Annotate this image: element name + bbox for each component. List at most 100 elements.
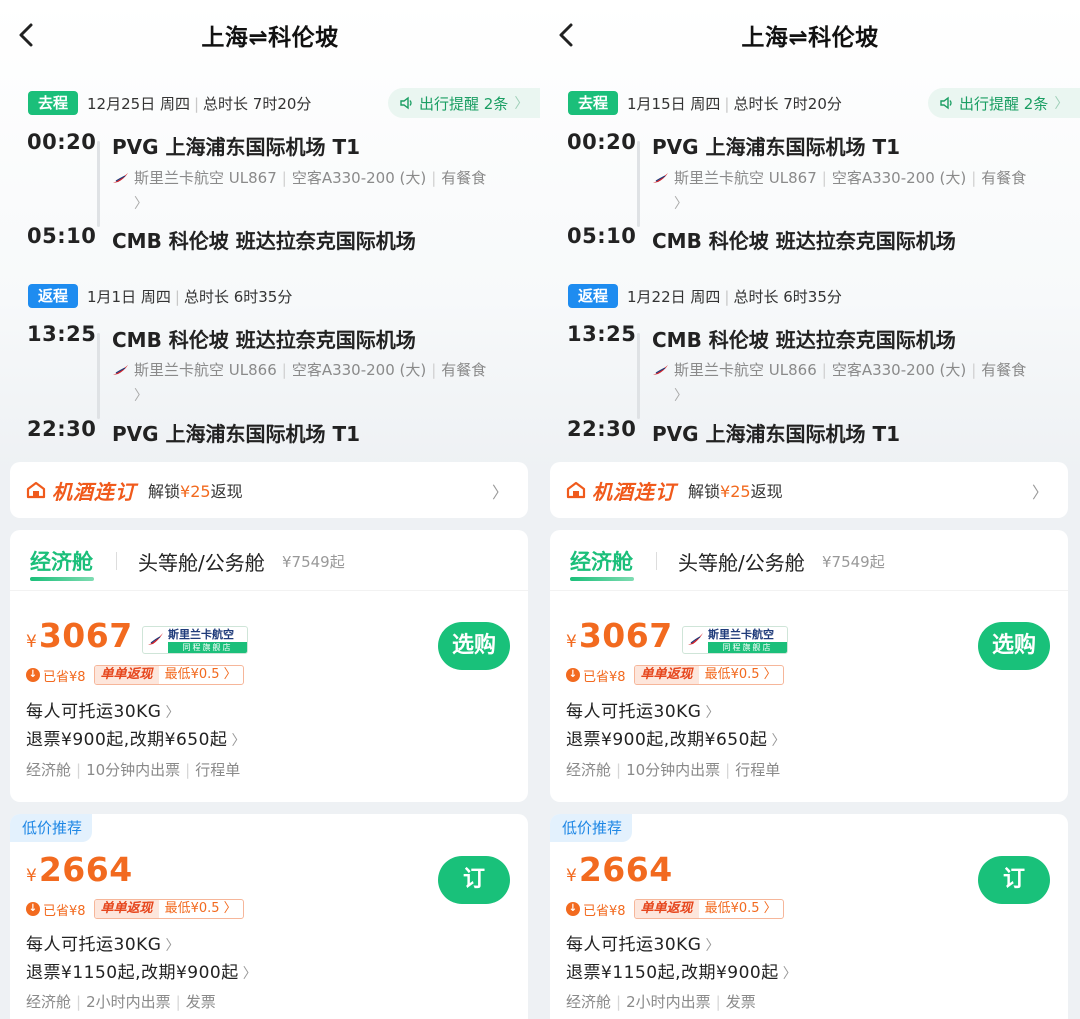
select-buy-button[interactable]: 选购 xyxy=(978,622,1050,670)
tab-divider xyxy=(656,552,657,570)
baggage-allowance[interactable]: 每人可托运30KG 〉 xyxy=(566,930,720,955)
tab-economy[interactable]: 经济舱 xyxy=(570,546,633,576)
right-screenshot-panel: 上海⇌科伦坡 去程 1月15日 周四 | 总时长 7时20分 出行提醒 2条 〉 0… xyxy=(540,0,1080,1019)
tab-first-business[interactable]: 头等舱/公务舱 xyxy=(678,547,805,576)
cashback-badge[interactable]: 单单返现 最低¥0.5 〉 xyxy=(93,665,244,685)
outbound-departure-airport: PVG 上海浦东国际机场 T1 xyxy=(652,135,901,159)
header: 上海⇌科伦坡 xyxy=(0,0,540,70)
airline-flagship-store-badge: 斯里兰卡航空 同程旗舰店 xyxy=(142,626,248,654)
chevron-right-icon: 〉 xyxy=(231,733,246,749)
srilankan-airlines-logo-icon xyxy=(653,364,668,375)
outbound-date-duration: 1月15日 周四 | 总时长 7时20分 xyxy=(627,94,842,113)
tab-economy[interactable]: 经济舱 xyxy=(30,546,93,576)
return-departure-airport: CMB 科伦坡 班达拉奈克国际机场 xyxy=(652,328,956,352)
offer-price: ¥3067 xyxy=(566,616,673,655)
travel-reminder-button[interactable]: 出行提醒 2条 〉 xyxy=(388,88,540,118)
low-price-offer-card: 低价推荐 ¥2664 ↓ 已省¥8 单单返现 最低¥0.5 〉 每人可托运30KG 〉… xyxy=(10,814,528,1019)
chevron-right-icon: 〉 xyxy=(514,96,529,112)
refund-change-policy[interactable]: 退票¥900起,改期¥650起〉 xyxy=(566,725,786,750)
chevron-right-icon: 〉 xyxy=(165,938,180,954)
outbound-segment-header: 去程 1月15日 周四 | 总时长 7时20分 xyxy=(568,90,842,116)
tab-active-indicator xyxy=(30,577,94,581)
outbound-departure-time: 00:20 xyxy=(27,130,97,154)
return-arrival-airport: PVG 上海浦东国际机场 T1 xyxy=(112,422,361,446)
return-departure-time: 13:25 xyxy=(27,322,97,346)
baggage-allowance[interactable]: 每人可托运30KG 〉 xyxy=(26,930,180,955)
outbound-arrival-time: 05:10 xyxy=(567,224,637,248)
refund-change-policy[interactable]: 退票¥900起,改期¥650起〉 xyxy=(26,725,246,750)
chevron-right-icon: 〉 xyxy=(705,938,720,954)
book-button[interactable]: 订 xyxy=(438,856,510,904)
tab-divider xyxy=(116,552,117,570)
chevron-right-icon: 〉 xyxy=(242,966,258,982)
outbound-flight-info[interactable]: 斯里兰卡航空 UL867 | 空客A330-200 (大) | 有餐食 xyxy=(112,167,486,188)
chevron-right-icon: 〉 xyxy=(1031,483,1048,502)
cabin-tabs: 经济舱 头等舱/公务舱 ¥7549起 xyxy=(550,530,1068,591)
offer-price: ¥3067 xyxy=(26,616,133,655)
outbound-departure-time: 00:20 xyxy=(567,130,637,154)
saved-badge: ↓ 已省¥8 xyxy=(26,900,86,919)
cabin-offer-card: 经济舱 头等舱/公务舱 ¥7549起 ¥3067 斯里兰卡航空 同程旗舰店 ↓ 已… xyxy=(10,530,528,802)
refund-change-policy[interactable]: 退票¥1150起,改期¥900起〉 xyxy=(566,958,797,983)
cabin-tabs: 经济舱 头等舱/公务舱 ¥7549起 xyxy=(10,530,528,591)
refund-change-policy[interactable]: 退票¥1150起,改期¥900起〉 xyxy=(26,958,257,983)
low-price-tag: 低价推荐 xyxy=(10,814,93,842)
cabin-offer-card: 经济舱 头等舱/公务舱 ¥7549起 ¥3067 斯里兰卡航空 同程旗舰店 ↓ 已… xyxy=(550,530,1068,802)
outbound-arrival-time: 05:10 xyxy=(27,224,97,248)
cashback-badge[interactable]: 单单返现 最低¥0.5 〉 xyxy=(633,665,784,685)
outbound-route-line xyxy=(637,141,640,227)
cashback-badge[interactable]: 单单返现 最低¥0.5 〉 xyxy=(633,899,784,919)
chevron-right-icon[interactable]: 〉 xyxy=(674,385,688,405)
offer-badges: ↓ 已省¥8 单单返现 最低¥0.5 〉 xyxy=(26,899,244,919)
saved-badge: ↓ 已省¥8 xyxy=(566,666,626,685)
tab-first-price: ¥7549起 xyxy=(282,553,345,571)
chevron-right-icon[interactable]: 〉 xyxy=(674,193,688,213)
baggage-allowance[interactable]: 每人可托运30KG 〉 xyxy=(566,697,720,722)
left-screenshot-panel: 上海⇌科伦坡 去程 12月25日 周四 | 总时长 7时20分 出行提醒 2条 〉 … xyxy=(0,0,540,1019)
flight-hotel-combo-banner[interactable]: 机酒连订 解锁¥25返现 〉 xyxy=(10,462,528,518)
low-price-tag: 低价推荐 xyxy=(550,814,633,842)
outbound-tag: 去程 xyxy=(28,91,79,115)
srilankan-airlines-logo-icon xyxy=(113,172,128,183)
flight-hotel-combo-banner[interactable]: 机酒连订 解锁¥25返现 〉 xyxy=(550,462,1068,518)
return-segment-header: 返程 1月1日 周四 | 总时长 6时35分 xyxy=(28,283,292,309)
outbound-tag: 去程 xyxy=(568,91,619,115)
offer-badges: ↓ 已省¥8 单单返现 最低¥0.5 〉 xyxy=(566,899,784,919)
divider xyxy=(10,590,528,591)
cashback-badge[interactable]: 单单返现 最低¥0.5 〉 xyxy=(93,899,244,919)
saved-badge: ↓ 已省¥8 xyxy=(566,900,626,919)
book-button[interactable]: 订 xyxy=(978,856,1050,904)
combo-brand: 机酒连订 xyxy=(52,479,136,504)
return-departure-time: 13:25 xyxy=(567,322,637,346)
coin-icon: ↓ xyxy=(566,668,580,682)
outbound-flight-info[interactable]: 斯里兰卡航空 UL867 | 空客A330-200 (大) | 有餐食 xyxy=(652,167,1026,188)
return-flight-info[interactable]: 斯里兰卡航空 UL866 | 空客A330-200 (大) | 有餐食 xyxy=(652,359,1026,380)
chevron-right-icon[interactable]: 〉 xyxy=(134,193,148,213)
saved-badge: ↓ 已省¥8 xyxy=(26,666,86,685)
tab-first-price: ¥7549起 xyxy=(822,553,885,571)
return-flight-info[interactable]: 斯里兰卡航空 UL866 | 空客A330-200 (大) | 有餐食 xyxy=(112,359,486,380)
combo-text: 解锁¥25返现 xyxy=(148,482,243,501)
return-arrival-time: 22:30 xyxy=(27,417,97,441)
outbound-departure-airport: PVG 上海浦东国际机场 T1 xyxy=(112,135,361,159)
baggage-allowance[interactable]: 每人可托运30KG 〉 xyxy=(26,697,180,722)
combo-brand: 机酒连订 xyxy=(592,479,676,504)
coin-icon: ↓ xyxy=(26,668,40,682)
coin-icon: ↓ xyxy=(26,902,40,916)
return-arrival-airport: PVG 上海浦东国际机场 T1 xyxy=(652,422,901,446)
chevron-right-icon: 〉 xyxy=(771,733,786,749)
flight-hotel-combo-icon xyxy=(566,481,586,499)
select-buy-button[interactable]: 选购 xyxy=(438,622,510,670)
coin-icon: ↓ xyxy=(566,902,580,916)
chevron-right-icon[interactable]: 〉 xyxy=(134,385,148,405)
return-date-duration: 1月22日 周四 | 总时长 6时35分 xyxy=(627,287,842,306)
speaker-icon xyxy=(940,96,952,110)
travel-reminder-button[interactable]: 出行提醒 2条 〉 xyxy=(928,88,1080,118)
offer-badges: ↓ 已省¥8 单单返现 最低¥0.5 〉 xyxy=(26,665,244,685)
travel-reminder-label: 出行提醒 2条 xyxy=(959,94,1049,113)
return-tag: 返程 xyxy=(28,284,79,308)
airline-flagship-store-badge: 斯里兰卡航空 同程旗舰店 xyxy=(682,626,788,654)
return-route-line xyxy=(97,333,100,419)
tab-first-business[interactable]: 头等舱/公务舱 xyxy=(138,547,265,576)
combo-text: 解锁¥25返现 xyxy=(688,482,783,501)
